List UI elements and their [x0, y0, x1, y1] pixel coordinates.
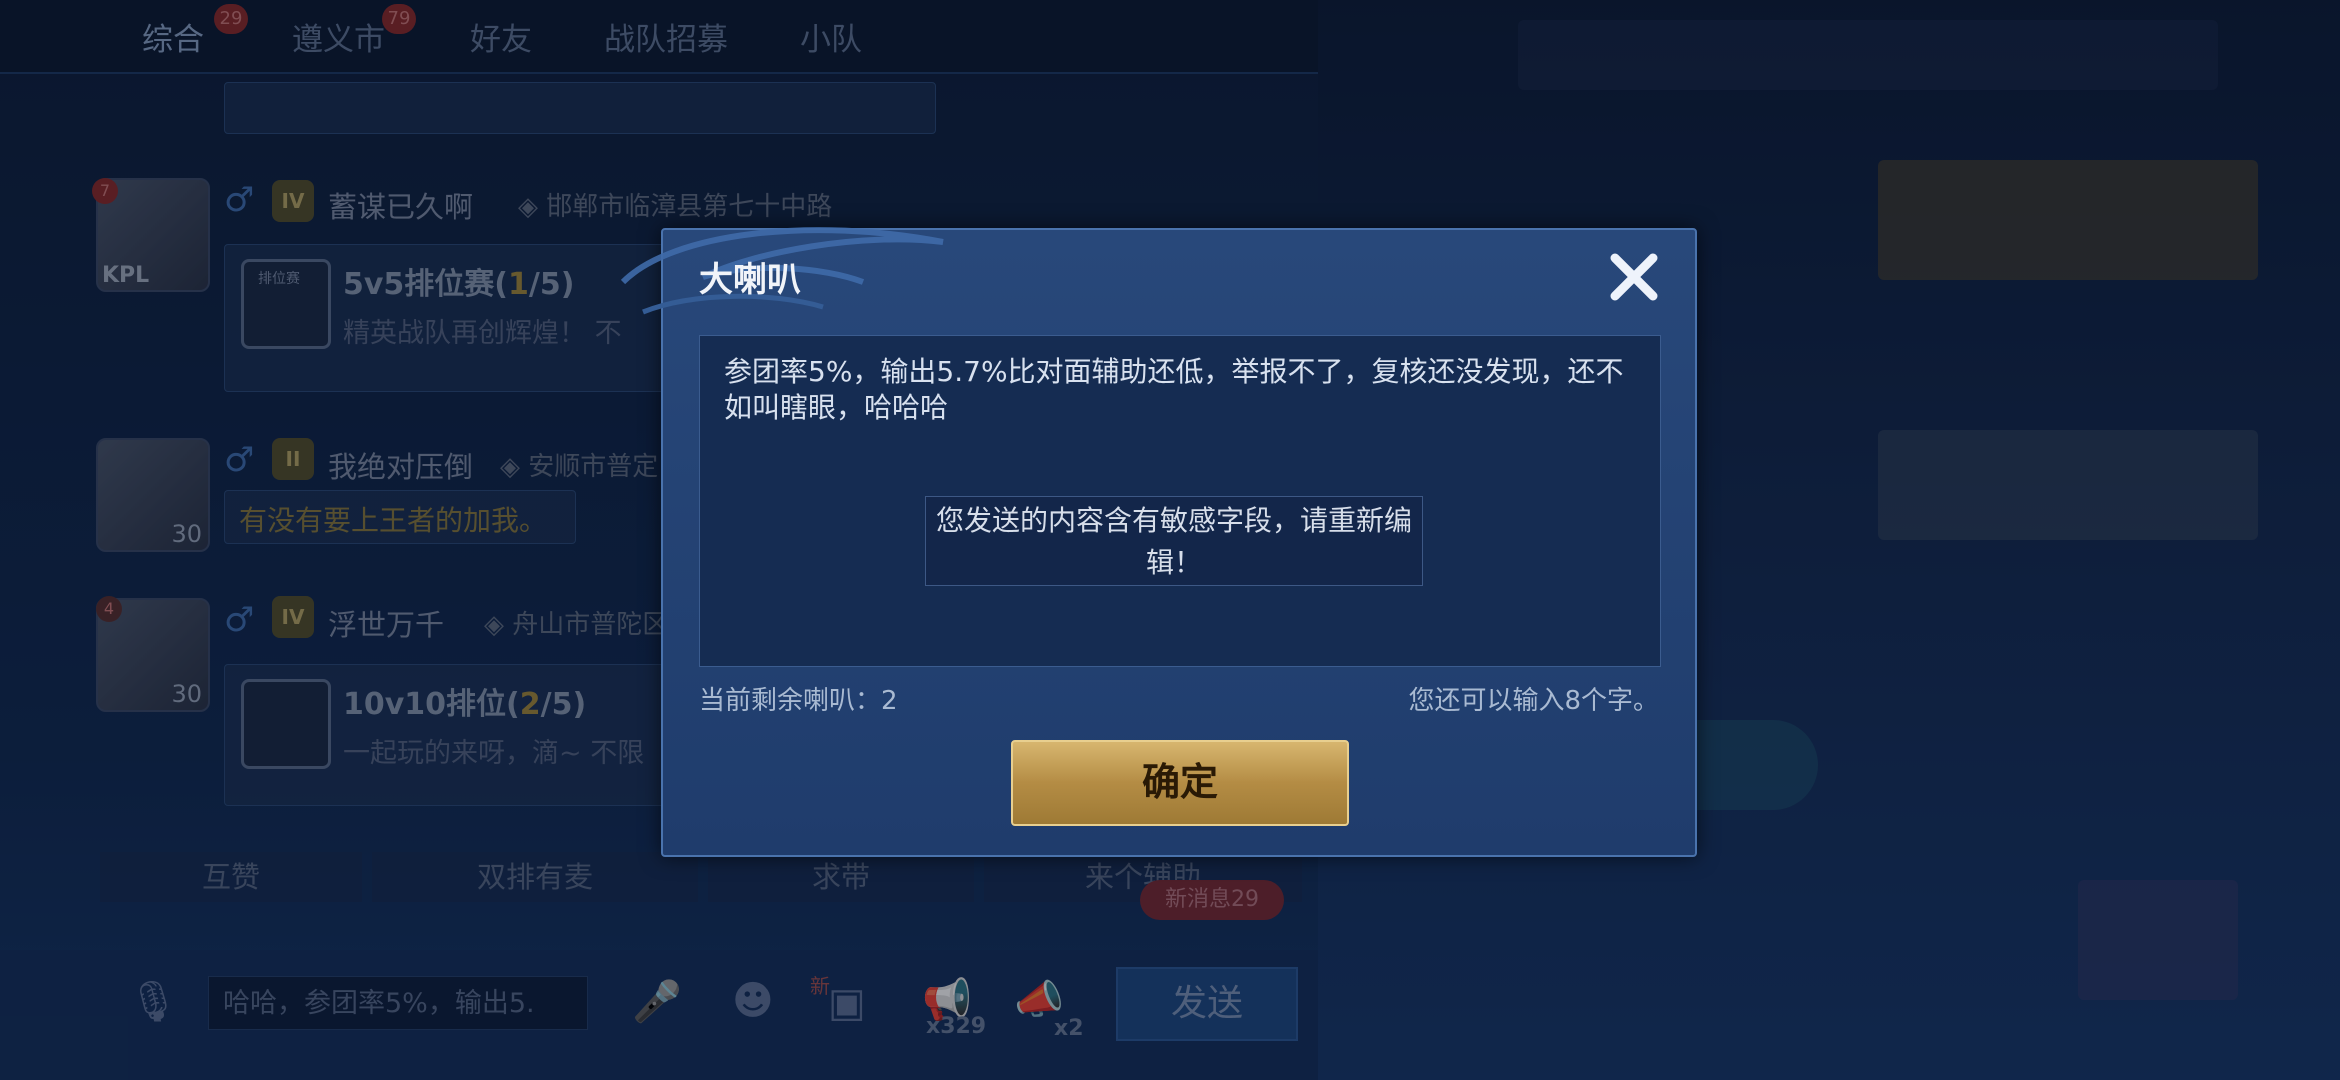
chars-left-label: 您还可以输入8个字。 — [1408, 686, 1659, 716]
decorative-swirl-icon — [620, 227, 944, 315]
sensitive-content-toast: 您发送的内容含有敏感字段，请重新编辑！ — [925, 496, 1423, 586]
horn-dialog: 大喇叭 参团率5%，输出5.7%比对面辅助还低，举报不了，复核还没发现，还不如叫… — [620, 227, 1697, 857]
close-icon — [1610, 253, 1658, 301]
confirm-button[interactable]: 确定 — [1011, 740, 1349, 826]
message-textarea[interactable]: 参团率5%，输出5.7%比对面辅助还低，举报不了，复核还没发现，还不如叫瞎眼，哈… — [699, 335, 1661, 667]
message-text: 参团率5%，输出5.7%比对面辅助还低，举报不了，复核还没发现，还不如叫瞎眼，哈… — [724, 355, 1624, 424]
close-button[interactable] — [1603, 246, 1665, 308]
remaining-horns-label: 当前剩余喇叭：2 — [699, 686, 898, 716]
dialog-title: 大喇叭 — [699, 260, 801, 300]
